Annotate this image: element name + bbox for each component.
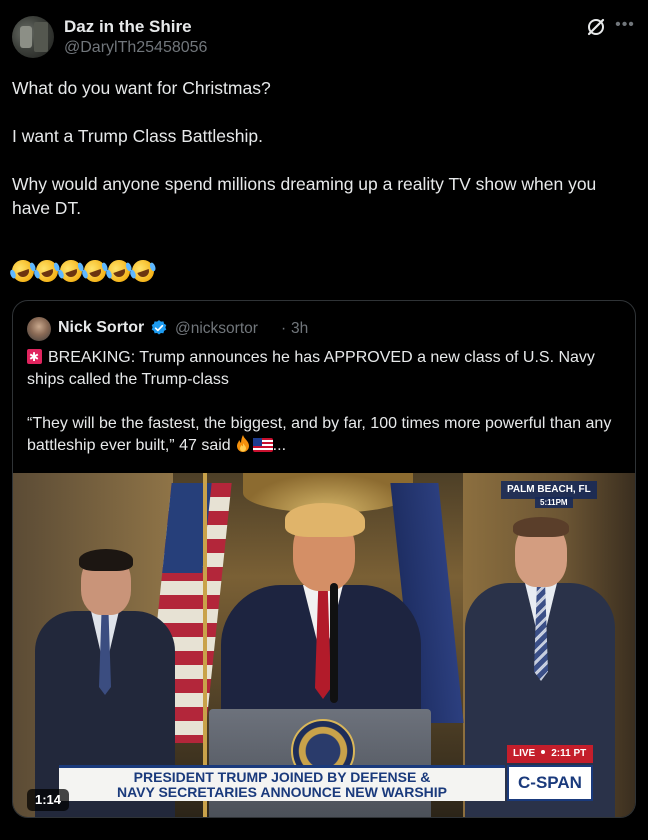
video-player[interactable]: PALM BEACH, FL 5:11PM LIVE 2:11 PT PRESID…: [13, 473, 635, 817]
siren-icon: [27, 346, 42, 368]
post-text-line: I want a Trump Class Battleship.: [12, 126, 263, 146]
quoted-text-ellipsis: ...: [272, 437, 287, 454]
quoted-post[interactable]: Nick Sortor @nicksortor · 3h BREAKING: T…: [12, 300, 636, 818]
quoted-text-line-2: “They will be the fastest, the biggest, …: [27, 415, 612, 454]
post: Daz in the Shire @DarylTh25458056 ••• Wh…: [0, 0, 648, 840]
emoji-row: [8, 256, 158, 286]
rolling-on-floor-laughing-icon: [56, 256, 86, 286]
post-text-line: [12, 148, 632, 172]
video-location-time: 5:11PM: [535, 497, 573, 508]
quoted-handle[interactable]: @nicksortor: [175, 320, 258, 338]
quoted-text-paragraph-1: BREAKING: Trump announces he has APPROVE…: [27, 346, 627, 391]
video-microphone: [330, 583, 338, 703]
rolling-on-floor-laughing-icon: [104, 256, 134, 286]
rolling-on-floor-laughing-icon: [8, 256, 38, 286]
cspan-logo: C-SPAN: [507, 765, 593, 801]
video-chyron-line-2: NAVY SECRETARIES ANNOUNCE NEW WARSHIP: [116, 784, 448, 800]
fire-icon: [236, 435, 249, 452]
video-duration-badge: 1:14: [27, 789, 70, 811]
video-live-badge: LIVE 2:11 PT: [507, 745, 593, 763]
us-flag-icon: [252, 438, 273, 452]
rolling-on-floor-laughing-icon: [32, 256, 62, 286]
post-text-line: What do you want for Christmas?: [12, 78, 271, 98]
video-live-time: 2:11 PT: [551, 748, 587, 759]
quoted-avatar[interactable]: [27, 317, 51, 341]
verified-badge-icon: [151, 320, 167, 335]
rolling-on-floor-laughing-icon: [80, 256, 110, 286]
post-text-line: Why would anyone spend millions dreaming…: [12, 174, 597, 218]
video-chyron: PRESIDENT TRUMP JOINED BY DEFENSE & NAVY…: [59, 765, 505, 801]
post-text-line: [12, 100, 632, 124]
quoted-separator: ·: [281, 320, 287, 337]
quoted-text-line-1: BREAKING: Trump announces he has APPROVE…: [27, 349, 595, 388]
quoted-text-paragraph-2: “They will be the fastest, the biggest, …: [27, 413, 627, 457]
video-chyron-line-1: PRESIDENT TRUMP JOINED BY DEFENSE &: [133, 769, 431, 785]
avatar[interactable]: [12, 16, 54, 58]
quoted-timestamp[interactable]: 3h: [291, 320, 308, 338]
post-text: What do you want for Christmas? I want a…: [12, 76, 632, 220]
rolling-on-floor-laughing-icon: [128, 256, 158, 286]
author-display-name[interactable]: Daz in the Shire: [64, 17, 192, 37]
quoted-text: BREAKING: Trump announces he has APPROVE…: [27, 346, 627, 457]
grok-icon[interactable]: [585, 16, 607, 38]
author-handle[interactable]: @DarylTh25458056: [64, 39, 207, 57]
quoted-display-name[interactable]: Nick Sortor: [58, 319, 144, 337]
video-live-label: LIVE: [513, 748, 536, 759]
more-icon[interactable]: •••: [614, 16, 636, 38]
live-dot-icon: [541, 750, 546, 754]
